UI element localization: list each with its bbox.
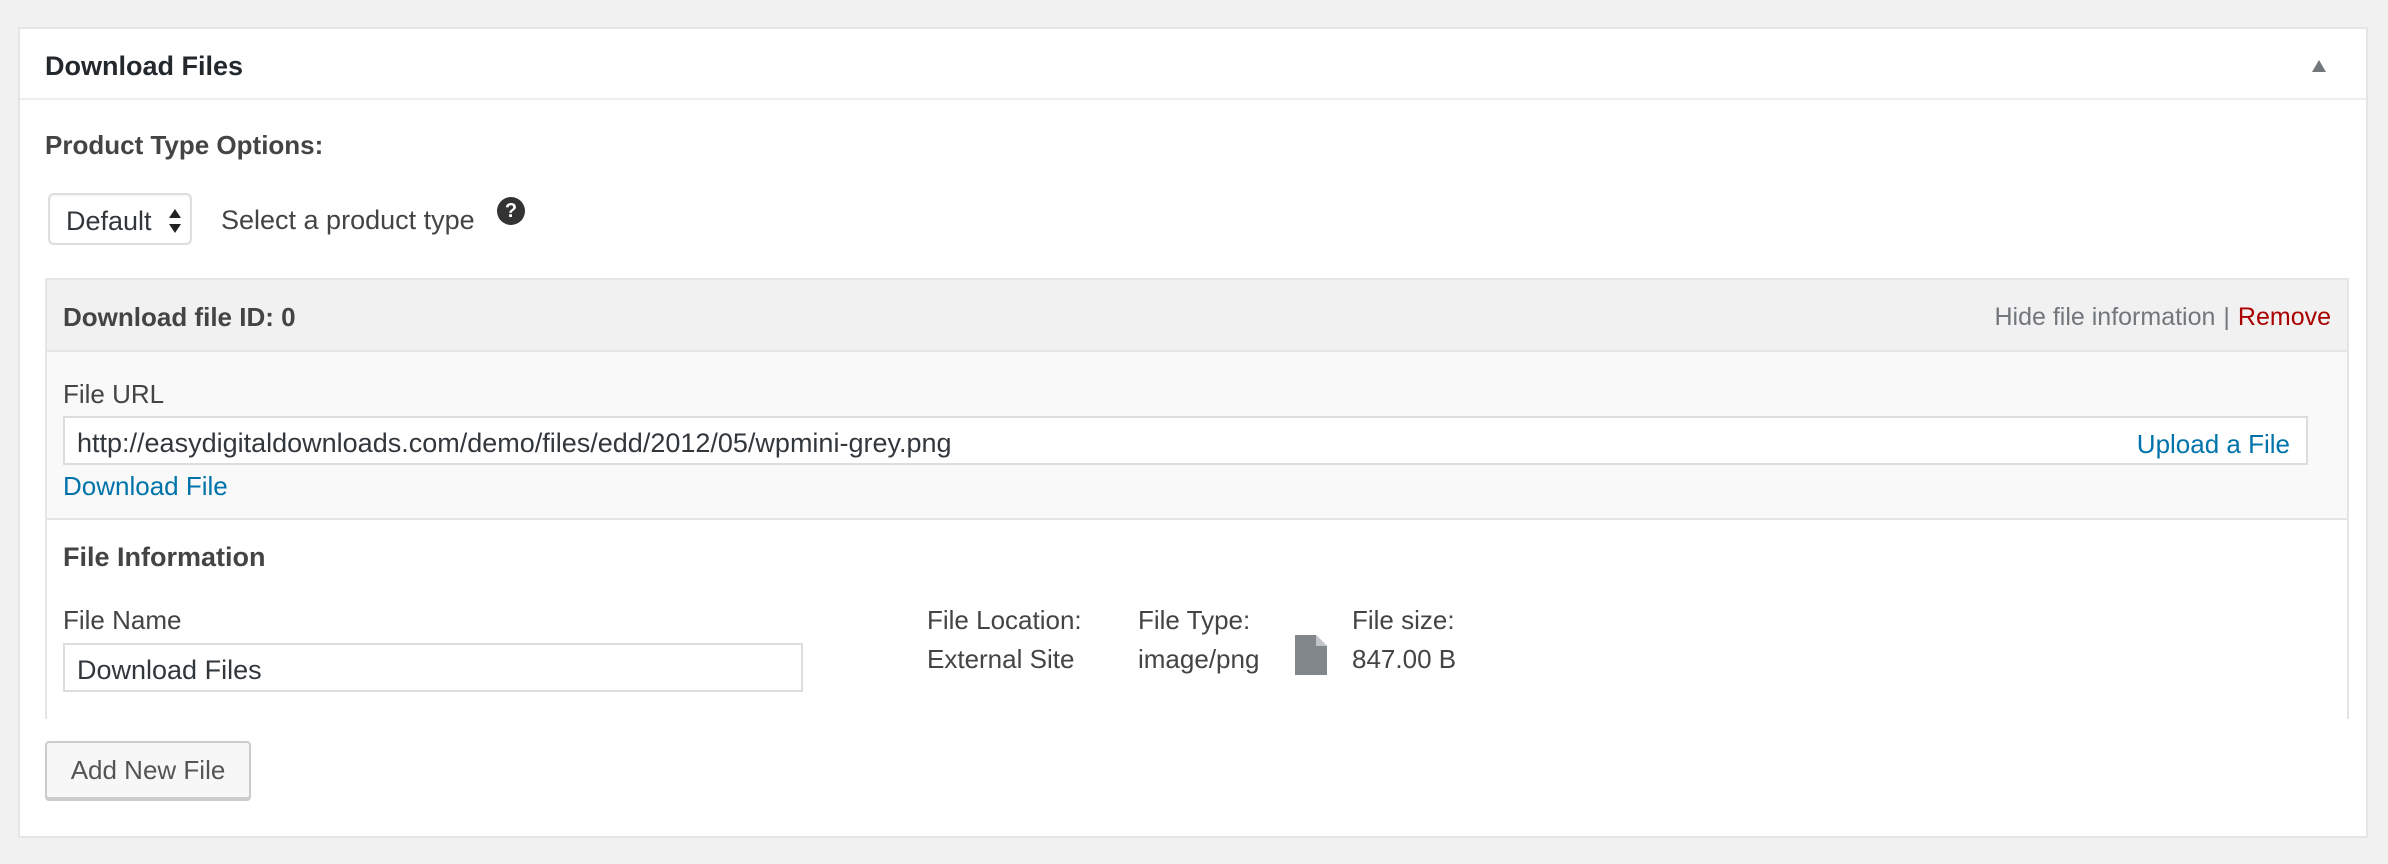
file-name-value: Download Files	[77, 655, 262, 685]
panel-header: Download Files	[20, 29, 2366, 100]
file-url-input[interactable]: http://easydigitaldownloads.com/demo/fil…	[63, 416, 2308, 465]
question-circle-icon[interactable]: ?	[497, 197, 525, 225]
file-name-input[interactable]: Download Files	[63, 643, 803, 692]
file-type-value: image/png	[1138, 644, 1260, 674]
file-id-title: Download file ID: 0	[63, 302, 296, 332]
file-size-label: File size:	[1352, 605, 1455, 635]
download-file-row: Download file ID: 0 Hide file informatio…	[45, 278, 2349, 719]
triangle-up-icon[interactable]	[2312, 60, 2326, 72]
actions-separator: |	[2223, 303, 2230, 331]
remove-file-link[interactable]: Remove	[2238, 303, 2331, 331]
upload-file-link[interactable]: Upload a File	[2137, 429, 2290, 460]
product-type-hint: Select a product type	[221, 205, 475, 235]
file-name-label: File Name	[63, 605, 182, 635]
download-files-panel: Download Files Product Type Options: Def…	[18, 27, 2368, 838]
panel-title: Download Files	[45, 51, 244, 81]
file-row-header: Download file ID: 0 Hide file informatio…	[47, 280, 2347, 352]
file-actions: Hide file information | Remove	[1994, 303, 2331, 332]
file-location-value: External Site	[927, 644, 1075, 674]
file-information-heading: File Information	[63, 542, 266, 572]
download-file-link[interactable]: Download File	[63, 471, 228, 502]
document-icon	[1295, 635, 1327, 675]
file-url-label: File URL	[63, 379, 165, 409]
product-type-selected: Default	[66, 206, 152, 236]
product-type-label: Product Type Options:	[45, 130, 324, 160]
hide-file-info-link[interactable]: Hide file information	[1994, 303, 2215, 331]
file-url-value: http://easydigitaldownloads.com/demo/fil…	[77, 428, 952, 458]
file-type-label: File Type:	[1138, 605, 1251, 635]
add-new-file-button[interactable]: Add New File	[45, 741, 251, 799]
product-type-select[interactable]: Default	[48, 193, 192, 245]
select-arrows-icon	[169, 209, 181, 233]
file-location-label: File Location:	[927, 605, 1082, 635]
file-information-section: File Information File Name Download File…	[47, 520, 2347, 719]
file-size-value: 847.00 B	[1352, 644, 1457, 674]
